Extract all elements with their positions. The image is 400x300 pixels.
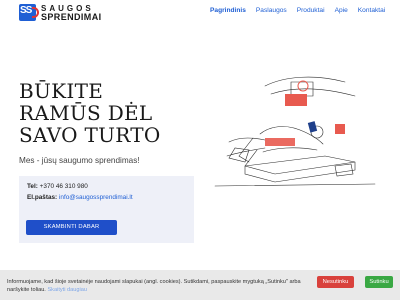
nav-item-pagrindinis[interactable]: Pagrindinis <box>210 7 246 19</box>
cookie-text: Informuojame, kad šioje svetainėje naudo… <box>7 278 307 294</box>
phone-label: Tel: <box>27 183 38 190</box>
nav-item-produktai[interactable]: Produktai <box>297 7 325 19</box>
site-header: SS SAUGOS SPRENDIMAI Pagrindinis Paslaug… <box>0 0 400 26</box>
logo[interactable]: SS SAUGOS SPRENDIMAI <box>19 4 129 23</box>
hero-title-line-2: RAMŪS DĖL <box>19 101 153 125</box>
nav-item-kontaktai[interactable]: Kontaktai <box>358 7 386 19</box>
logo-mark-text: SS <box>20 5 32 16</box>
hero-subtitle: Mes - jūsų saugumo sprendimas! <box>19 156 140 165</box>
cookie-more-link[interactable]: Skaityti daugiau <box>47 287 87 293</box>
relaxing-person-illustration <box>214 76 376 187</box>
cookie-accept-button[interactable]: Sutinku <box>365 276 393 288</box>
logo-text-bottom: SPRENDIMAI <box>41 12 102 22</box>
email-row: El.paštas: info@saugossprendimai.lt <box>27 194 133 201</box>
cookie-banner: Informuojame, kad šioje svetainėje naudo… <box>0 270 400 300</box>
cookie-decline-button[interactable]: Nesutinku <box>317 276 354 288</box>
phone-in-hand-icon <box>307 121 318 133</box>
logo-mark-icon: SS <box>19 4 39 21</box>
nav-item-paslaugos[interactable]: Paslaugos <box>256 7 287 19</box>
nav-item-apie[interactable]: Apie <box>335 7 348 19</box>
hero-title: BŪKITE RAMŪS DĖL SAVO TURTO <box>19 80 189 146</box>
phone-row: Tel: +370 46 310 980 <box>27 183 88 190</box>
email-label: El.paštas: <box>27 194 58 201</box>
hero-title-line-1: BŪKITE <box>19 79 104 103</box>
notification-badge-icon <box>335 124 345 134</box>
call-now-button[interactable]: SKAMBINTI DABAR <box>26 220 117 235</box>
email-link[interactable]: info@saugossprendimai.lt <box>59 194 133 201</box>
main-nav: Pagrindinis Paslaugos Produktai Apie Kon… <box>210 7 395 19</box>
hero-title-line-3: SAVO TURTO <box>19 123 161 147</box>
phone-number[interactable]: +370 46 310 980 <box>40 183 88 190</box>
speech-bubble-icon <box>285 94 307 106</box>
